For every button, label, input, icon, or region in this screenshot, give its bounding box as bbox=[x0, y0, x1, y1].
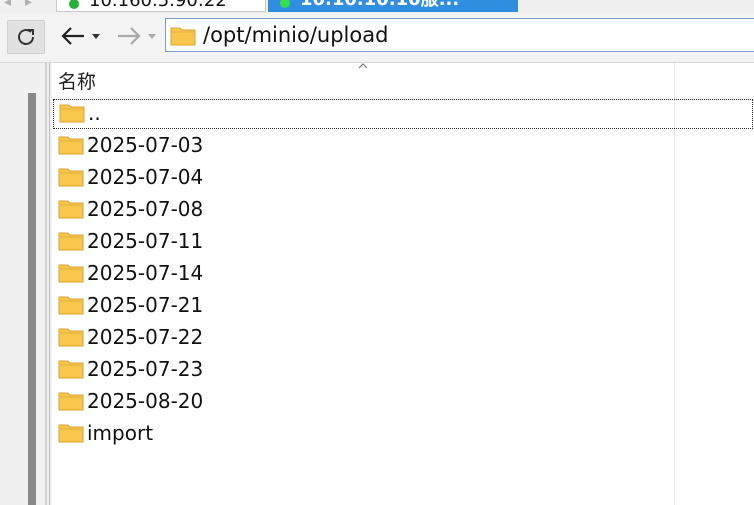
forward-button[interactable] bbox=[116, 21, 162, 51]
file-name: 2025-07-03 bbox=[87, 133, 204, 157]
tab-label: 10.160.5.90:22 bbox=[89, 0, 227, 11]
tab-label: 10.10.10.10服... bbox=[300, 0, 459, 10]
arrow-right-icon bbox=[118, 27, 141, 45]
folder-icon bbox=[58, 264, 84, 283]
file-name: 2025-07-22 bbox=[87, 325, 204, 349]
panel-edge bbox=[49, 63, 50, 505]
refresh-button[interactable] bbox=[7, 20, 45, 54]
chevron-down-icon[interactable] bbox=[148, 33, 156, 39]
list-item[interactable]: 2025-07-22 bbox=[52, 323, 754, 353]
file-name: 2025-07-11 bbox=[87, 229, 204, 253]
arrow-left-icon bbox=[61, 27, 84, 45]
refresh-icon bbox=[18, 29, 34, 45]
chevron-down-icon[interactable] bbox=[92, 33, 100, 39]
list-item[interactable]: 2025-07-14 bbox=[52, 259, 754, 289]
left-scrollbar[interactable] bbox=[28, 93, 36, 505]
status-dot-icon bbox=[280, 0, 290, 8]
folder-icon bbox=[58, 328, 84, 347]
list-item[interactable]: 2025-07-03 bbox=[52, 131, 754, 161]
column-header-row: 名称 bbox=[52, 63, 754, 100]
list-item[interactable]: 2025-07-11 bbox=[52, 227, 754, 257]
file-name: import bbox=[87, 421, 154, 445]
navigation-toolbar: /opt/minio/upload bbox=[0, 14, 754, 63]
folder-icon bbox=[58, 392, 84, 411]
status-dot-icon bbox=[69, 0, 79, 9]
folder-icon bbox=[58, 232, 84, 251]
folder-icon bbox=[58, 424, 84, 443]
file-name: .. bbox=[88, 101, 101, 125]
file-name: 2025-07-04 bbox=[87, 165, 204, 189]
tab-scroll-arrows[interactable]: ◂▸ bbox=[4, 0, 46, 10]
list-item[interactable]: 2025-07-08 bbox=[52, 195, 754, 225]
file-name: 2025-07-23 bbox=[87, 357, 204, 381]
list-item[interactable]: 2025-07-21 bbox=[52, 291, 754, 321]
file-name: 2025-07-08 bbox=[87, 197, 204, 221]
list-item-parent[interactable]: .. bbox=[53, 99, 753, 129]
list-item[interactable]: import bbox=[52, 419, 754, 449]
back-button[interactable] bbox=[60, 21, 110, 51]
folder-icon bbox=[58, 360, 84, 379]
tab-session-2[interactable]: 10.10.10.10服... bbox=[268, 0, 518, 12]
left-panel bbox=[0, 63, 52, 505]
folder-icon bbox=[170, 27, 196, 46]
file-name: 2025-07-21 bbox=[87, 293, 204, 317]
panel-divider[interactable] bbox=[45, 63, 47, 505]
folder-icon bbox=[58, 136, 84, 155]
file-name: 2025-07-14 bbox=[87, 261, 204, 285]
list-item[interactable]: 2025-08-20 bbox=[52, 387, 754, 417]
tab-strip: ◂▸ 10.160.5.90:22 10.10.10.10服... bbox=[0, 0, 754, 14]
folder-icon bbox=[58, 168, 84, 187]
path-text: /opt/minio/upload bbox=[203, 23, 389, 47]
folder-icon bbox=[58, 200, 84, 219]
folder-icon bbox=[59, 104, 85, 123]
file-list-pane: 名称 .. 2025-07-03 2025-07-04 2025-07-08 2… bbox=[52, 63, 754, 505]
sort-ascending-icon bbox=[358, 63, 368, 69]
list-item[interactable]: 2025-07-23 bbox=[52, 355, 754, 385]
column-header-name[interactable]: 名称 bbox=[58, 67, 96, 94]
tab-session-1[interactable]: 10.160.5.90:22 bbox=[56, 0, 266, 12]
file-name: 2025-08-20 bbox=[87, 389, 204, 413]
path-input[interactable]: /opt/minio/upload bbox=[165, 18, 754, 52]
folder-icon bbox=[58, 296, 84, 315]
list-item[interactable]: 2025-07-04 bbox=[52, 163, 754, 193]
